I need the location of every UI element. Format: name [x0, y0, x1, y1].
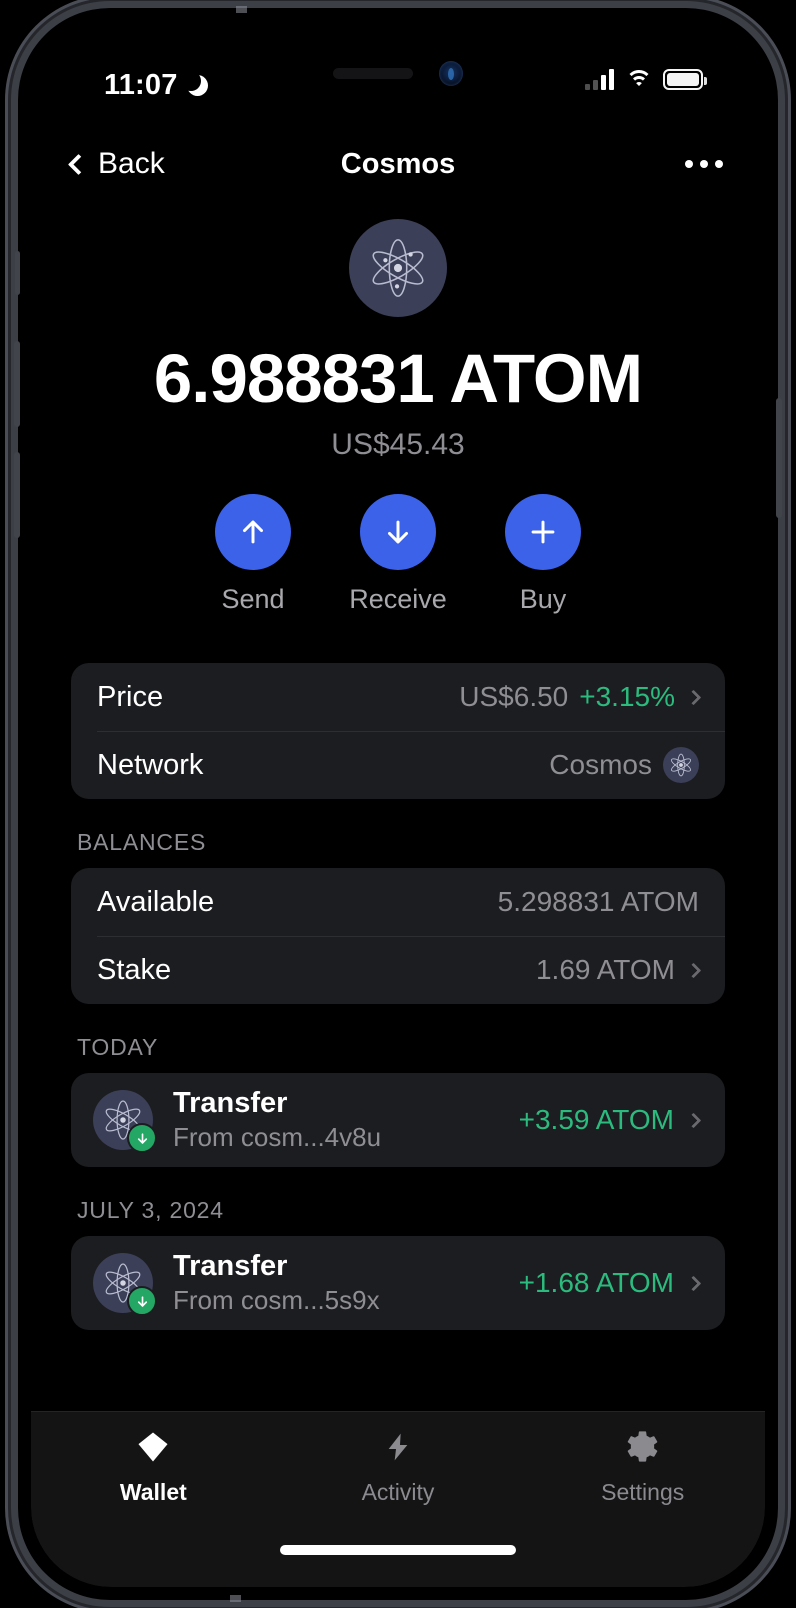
network-row[interactable]: Network Cosmos [71, 731, 725, 799]
balances-card: Available 5.298831 ATOM Stake 1.69 ATOM [71, 868, 725, 1004]
stake-value: 1.69 ATOM [535, 954, 675, 985]
volume-down-button[interactable] [14, 452, 20, 538]
transaction-row[interactable]: Transfer From cosm...4v8u +3.59 ATOM [71, 1073, 725, 1167]
front-camera-icon [439, 61, 463, 86]
volume-up-button[interactable] [14, 341, 20, 427]
battery-icon [663, 69, 707, 90]
back-button[interactable]: Back [67, 147, 165, 181]
tab-settings[interactable]: Settings [520, 1412, 765, 1524]
buy-button-label: Buy [519, 584, 567, 614]
phone-screen: 11:07 Back Cosmos 6.988831 ATOM US$45.43… [31, 21, 765, 1587]
power-button[interactable] [776, 398, 782, 518]
tab-wallet-label: Wallet [119, 1478, 187, 1505]
chevron-right-icon [685, 689, 702, 705]
status-time: 11:07 [104, 69, 208, 102]
available-balance-row[interactable]: Available 5.298831 ATOM [71, 868, 725, 936]
transaction-subtitle: From cosm...5s9x [173, 1285, 380, 1316]
cellular-signal-icon [585, 69, 614, 90]
stake-balance-row[interactable]: Stake 1.69 ATOM [71, 936, 725, 1004]
transaction-text: Transfer From cosm...5s9x [173, 1249, 519, 1317]
moon-icon [180, 71, 208, 96]
cosmos-atom-icon [349, 219, 447, 317]
avatar [93, 1253, 157, 1316]
today-section-label: TODAY [77, 1034, 159, 1060]
tab-wallet[interactable]: Wallet [31, 1412, 276, 1524]
lightning-bolt-icon [382, 1431, 414, 1468]
arrow-down-icon [360, 494, 436, 570]
home-indicator[interactable] [280, 1545, 516, 1555]
network-value: Cosmos [549, 749, 652, 780]
chevron-right-icon [685, 1112, 702, 1128]
silence-switch[interactable] [15, 251, 20, 295]
overflow-menu-icon[interactable] [685, 160, 723, 168]
navigation-bar: Back Cosmos [31, 133, 765, 195]
transaction-group-july: Transfer From cosm...5s9x +1.68 ATOM [71, 1236, 725, 1330]
arrow-up-icon [215, 494, 291, 570]
receive-button[interactable]: Receive [349, 494, 447, 615]
gem-icon [135, 1431, 171, 1468]
back-button-label: Back [98, 147, 165, 180]
transaction-row[interactable]: Transfer From cosm...5s9x +1.68 ATOM [71, 1236, 725, 1330]
status-bar: 11:07 [31, 21, 765, 111]
send-button-label: Send [221, 584, 285, 614]
arrow-down-badge-icon [127, 1286, 157, 1316]
transaction-subtitle: From cosm...4v8u [173, 1122, 382, 1153]
gear-icon [626, 1430, 659, 1468]
chevron-right-icon [685, 962, 702, 978]
price-change: +3.15% [579, 681, 675, 712]
available-label: Available [97, 885, 215, 918]
cosmos-atom-icon [663, 747, 699, 783]
transaction-text: Transfer From cosm...4v8u [173, 1086, 519, 1154]
info-card: Price US$6.50 +3.15% Network Cosmos [71, 663, 725, 799]
tab-activity[interactable]: Activity [276, 1412, 521, 1524]
price-value-group: US$6.50 +3.15% [459, 681, 702, 713]
wifi-icon [625, 69, 652, 90]
july-section-label: JULY 3, 2024 [77, 1197, 224, 1223]
stake-value-group: 1.69 ATOM [535, 954, 702, 986]
tab-bar: Wallet Activity Settings [31, 1411, 765, 1587]
chevron-right-icon [685, 1275, 702, 1291]
notch [333, 61, 463, 86]
network-label: Network [97, 748, 204, 781]
main-content: 6.988831 ATOM US$45.43 Send Receive Buy … [31, 195, 765, 1587]
price-label: Price [97, 680, 164, 713]
status-indicators [585, 69, 707, 90]
balance-fiat-value: US$45.43 [331, 428, 465, 461]
transaction-title: Transfer [173, 1087, 288, 1120]
plus-icon [505, 494, 581, 570]
action-buttons: Send Receive Buy [31, 494, 765, 615]
price-value: US$6.50 [459, 681, 569, 712]
earpiece-speaker [333, 68, 413, 79]
receive-button-label: Receive [349, 584, 447, 614]
network-value-group: Cosmos [549, 747, 699, 783]
price-row[interactable]: Price US$6.50 +3.15% [71, 663, 725, 731]
tab-activity-label: Activity [361, 1478, 435, 1505]
arrow-down-badge-icon [127, 1123, 157, 1153]
tab-settings-label: Settings [601, 1479, 685, 1505]
balances-section-label: BALANCES [77, 829, 207, 855]
phone-frame: 11:07 Back Cosmos 6.988831 ATOM US$45.43… [14, 6, 782, 1602]
frame-seam-top [236, 6, 247, 13]
chevron-left-icon [67, 153, 90, 175]
transaction-title: Transfer [173, 1250, 288, 1283]
transaction-amount: +3.59 ATOM [518, 1104, 674, 1135]
status-time-label: 11:07 [104, 69, 178, 101]
transaction-group-today: Transfer From cosm...4v8u +3.59 ATOM [71, 1073, 725, 1167]
frame-seam-bottom [230, 1595, 241, 1602]
avatar [93, 1090, 157, 1153]
transaction-amount: +1.68 ATOM [518, 1267, 674, 1298]
buy-button[interactable]: Buy [505, 494, 581, 615]
send-button[interactable]: Send [215, 494, 291, 615]
stake-label: Stake [97, 953, 172, 986]
balance-amount: 6.988831 ATOM [153, 340, 643, 417]
available-value: 5.298831 ATOM [497, 886, 699, 917]
